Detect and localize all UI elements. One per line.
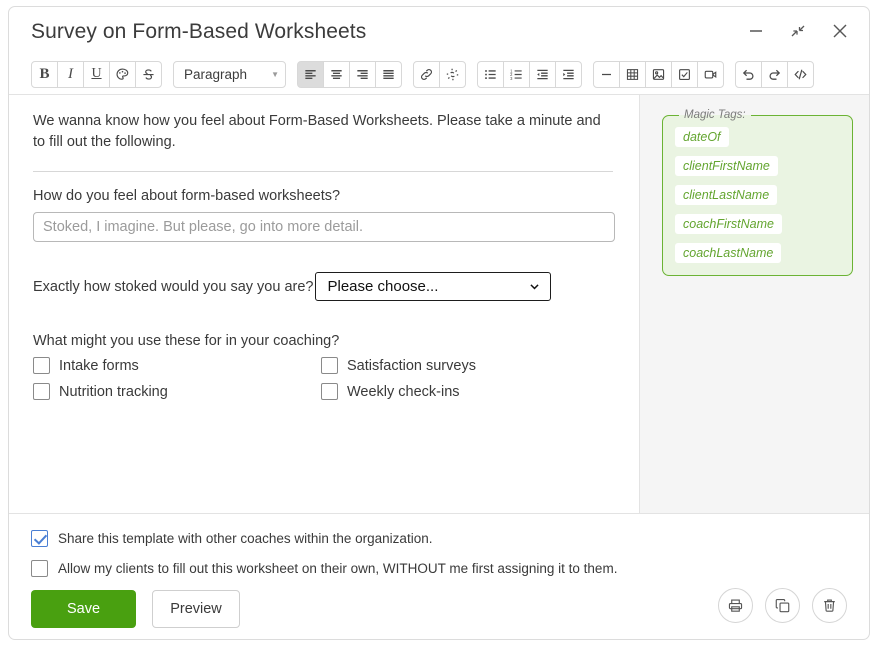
paragraph-style-value: Paragraph xyxy=(184,66,248,82)
insert-checkbox-icon[interactable] xyxy=(671,60,698,88)
checkbox-box[interactable] xyxy=(31,530,48,547)
checkbox-intake-forms[interactable]: Intake forms xyxy=(33,357,321,374)
checkbox-satisfaction-surveys[interactable]: Satisfaction surveys xyxy=(321,357,617,374)
bold-icon[interactable]: B xyxy=(31,60,58,88)
intro-text: We wanna know how you feel about Form-Ba… xyxy=(33,113,601,150)
insert-image-icon[interactable] xyxy=(645,60,672,88)
outdent-icon[interactable] xyxy=(529,60,556,88)
chevron-down-icon xyxy=(530,284,540,290)
worksheet-editor-window: Survey on Form-Based Worksheets B I U Pa… xyxy=(8,6,870,640)
insert-table-icon[interactable] xyxy=(619,60,646,88)
page-title: Survey on Form-Based Worksheets xyxy=(31,20,367,43)
option-share-template[interactable]: Share this template with other coaches w… xyxy=(31,530,847,547)
restore-button[interactable] xyxy=(785,18,811,44)
text-answer-input[interactable] xyxy=(33,212,615,242)
paragraph-style-select[interactable]: Paragraph ▼ xyxy=(173,60,286,88)
print-icon xyxy=(728,599,743,612)
svg-text:3: 3 xyxy=(510,75,513,80)
align-justify-icon[interactable] xyxy=(375,60,402,88)
checkbox-label: Weekly check-ins xyxy=(347,383,460,400)
option-label: Allow my clients to fill out this worksh… xyxy=(58,561,618,576)
toolbar-group-text-style: B I U xyxy=(31,60,162,88)
select-question-label: Exactly how stoked would you say you are… xyxy=(33,278,314,295)
magic-tag-clientlastname[interactable]: clientLastName xyxy=(675,185,778,205)
checkbox-question-label: What might you use these for in your coa… xyxy=(33,333,340,349)
copy-icon xyxy=(775,598,790,613)
chevron-down-icon: ▼ xyxy=(271,69,279,79)
magic-tags-panel: Magic Tags: dateOf clientFirstName clien… xyxy=(662,109,853,276)
preview-button[interactable]: Preview xyxy=(152,590,240,628)
magic-tag-coachlastname[interactable]: coachLastName xyxy=(675,243,782,263)
italic-icon[interactable]: I xyxy=(57,60,84,88)
toolbar-group-lists: 1 2 3 xyxy=(477,60,582,88)
horizontal-rule-icon[interactable] xyxy=(593,60,620,88)
remove-link-icon[interactable] xyxy=(439,60,466,88)
underline-icon[interactable]: U xyxy=(83,60,110,88)
insert-link-icon[interactable] xyxy=(413,60,440,88)
toolbar-group-history xyxy=(735,60,814,88)
select-question-row: Exactly how stoked would you say you are… xyxy=(33,272,617,301)
checkbox-nutrition-tracking[interactable]: Nutrition tracking xyxy=(33,383,321,400)
redo-icon[interactable] xyxy=(761,60,788,88)
formatting-toolbar: B I U Paragraph ▼ 1 2 3 xyxy=(9,54,869,94)
worksheet-editor-canvas[interactable]: We wanna know how you feel about Form-Ba… xyxy=(9,95,640,513)
checkbox-box[interactable] xyxy=(31,560,48,577)
delete-button[interactable] xyxy=(812,588,847,623)
magic-tags-legend: Magic Tags: xyxy=(684,109,746,121)
align-left-icon[interactable] xyxy=(297,60,324,88)
window-controls xyxy=(743,18,853,44)
magic-tags-sidebar: Magic Tags: dateOf clientFirstName clien… xyxy=(640,95,869,513)
strikethrough-icon[interactable] xyxy=(135,60,162,88)
align-right-icon[interactable] xyxy=(349,60,376,88)
magic-tag-clientfirstname[interactable]: clientFirstName xyxy=(675,156,778,176)
checkbox-label: Nutrition tracking xyxy=(59,383,168,400)
numbered-list-icon[interactable]: 1 2 3 xyxy=(503,60,530,88)
print-button[interactable] xyxy=(718,588,753,623)
stoked-level-select[interactable]: Please choose... xyxy=(315,272,552,301)
trash-icon xyxy=(824,599,835,612)
footer-action-buttons xyxy=(718,588,847,623)
checkbox-box[interactable] xyxy=(321,357,338,374)
minimize-button[interactable] xyxy=(743,18,769,44)
magic-tags-list: dateOf clientFirstName clientLastName co… xyxy=(675,127,840,263)
option-allow-self-fill[interactable]: Allow my clients to fill out this worksh… xyxy=(31,560,847,577)
save-button[interactable]: Save xyxy=(31,590,136,628)
checkbox-box[interactable] xyxy=(33,383,50,400)
editor-body: We wanna know how you feel about Form-Ba… xyxy=(9,94,869,513)
checkbox-box[interactable] xyxy=(33,357,50,374)
toolbar-group-alignment xyxy=(297,60,402,88)
indent-icon[interactable] xyxy=(555,60,582,88)
toolbar-group-links xyxy=(413,60,466,88)
footer-bar: Share this template with other coaches w… xyxy=(9,513,869,639)
magic-tag-dateof[interactable]: dateOf xyxy=(675,127,729,147)
checkbox-label: Satisfaction surveys xyxy=(347,357,476,374)
checkbox-label: Intake forms xyxy=(59,357,139,374)
undo-icon[interactable] xyxy=(735,60,762,88)
divider xyxy=(33,171,613,172)
magic-tag-coachfirstname[interactable]: coachFirstName xyxy=(675,214,782,234)
checkbox-box[interactable] xyxy=(321,383,338,400)
option-label: Share this template with other coaches w… xyxy=(58,531,433,546)
checkbox-weekly-check-ins[interactable]: Weekly check-ins xyxy=(321,383,617,400)
toolbar-group-insert xyxy=(593,60,724,88)
checkbox-group: Intake forms Satisfaction surveys Nutrit… xyxy=(33,357,617,400)
bullet-list-icon[interactable] xyxy=(477,60,504,88)
text-color-icon[interactable] xyxy=(109,60,136,88)
source-code-icon[interactable] xyxy=(787,60,814,88)
text-question-label: How do you feel about form-based workshe… xyxy=(33,188,341,204)
stoked-level-value: Please choose... xyxy=(327,278,439,295)
align-center-icon[interactable] xyxy=(323,60,350,88)
close-button[interactable] xyxy=(827,18,853,44)
title-bar: Survey on Form-Based Worksheets xyxy=(9,7,869,54)
insert-video-icon[interactable] xyxy=(697,60,724,88)
duplicate-button[interactable] xyxy=(765,588,800,623)
